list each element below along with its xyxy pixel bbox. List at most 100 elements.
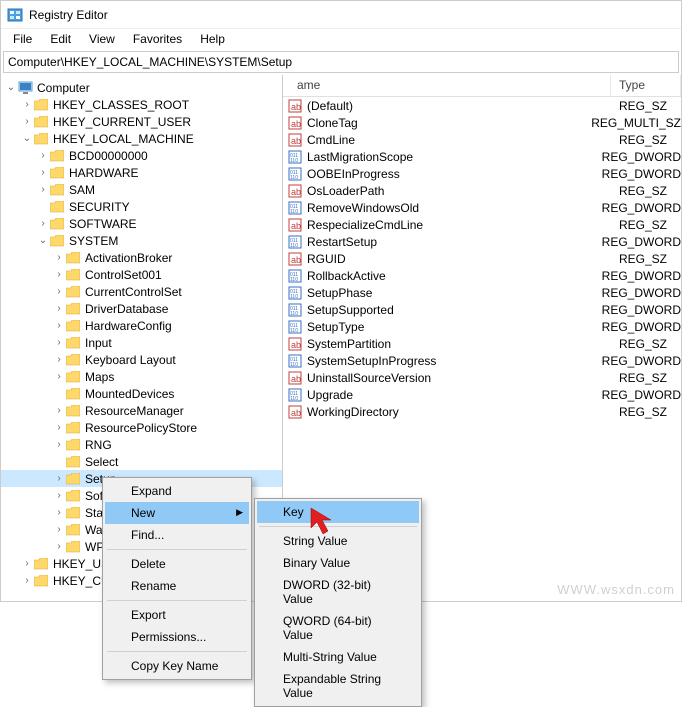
menu-view[interactable]: View xyxy=(81,30,123,48)
ctx-new-dword[interactable]: DWORD (32-bit) Value xyxy=(257,574,419,610)
value-name: OOBEInProgress xyxy=(307,167,400,181)
chevron-right-icon[interactable]: › xyxy=(53,252,65,263)
list-item[interactable]: 011110UpgradeREG_DWORD xyxy=(283,386,681,403)
chevron-down-icon[interactable]: ⌄ xyxy=(5,82,17,93)
tree-item[interactable]: ⌄HKEY_LOCAL_MACHINE xyxy=(1,130,282,147)
tree-item[interactable]: ›Maps xyxy=(1,368,282,385)
chevron-right-icon[interactable]: › xyxy=(21,558,33,569)
tree-item[interactable]: ›HKEY_CURRENT_USER xyxy=(1,113,282,130)
list-item[interactable]: abRGUIDREG_SZ xyxy=(283,250,681,267)
chevron-right-icon[interactable]: › xyxy=(53,371,65,382)
tree-item[interactable]: ›SAM xyxy=(1,181,282,198)
list-item[interactable]: 011110SetupPhaseREG_DWORD xyxy=(283,284,681,301)
tree-item[interactable]: Select xyxy=(1,453,282,470)
ctx-export[interactable]: Export xyxy=(105,604,249,626)
list-item[interactable]: ab(Default)REG_SZ xyxy=(283,97,681,114)
ctx-copy-key-name[interactable]: Copy Key Name xyxy=(105,655,249,677)
ctx-rename[interactable]: Rename xyxy=(105,575,249,597)
chevron-right-icon[interactable]: › xyxy=(53,337,65,348)
list-item[interactable]: abOsLoaderPathREG_SZ xyxy=(283,182,681,199)
chevron-right-icon[interactable]: › xyxy=(53,354,65,365)
chevron-right-icon[interactable]: › xyxy=(21,575,33,586)
tree-item[interactable]: ›ResourceManager xyxy=(1,402,282,419)
ctx-new-key[interactable]: Key xyxy=(257,501,419,523)
tree-item[interactable]: ›RNG xyxy=(1,436,282,453)
value-name: OsLoaderPath xyxy=(307,184,384,198)
ctx-permissions[interactable]: Permissions... xyxy=(105,626,249,648)
chevron-right-icon[interactable]: › xyxy=(21,116,33,127)
chevron-right-icon[interactable]: › xyxy=(37,167,49,178)
chevron-right-icon[interactable]: › xyxy=(53,286,65,297)
list-item[interactable]: 011110RemoveWindowsOldREG_DWORD xyxy=(283,199,681,216)
ctx-new-binary[interactable]: Binary Value xyxy=(257,552,419,574)
folder-icon xyxy=(65,540,81,554)
menu-favorites[interactable]: Favorites xyxy=(125,30,190,48)
chevron-down-icon[interactable]: ⌄ xyxy=(21,133,33,144)
list-item[interactable]: 011110RestartSetupREG_DWORD xyxy=(283,233,681,250)
list-item[interactable]: abUninstallSourceVersionREG_SZ xyxy=(283,369,681,386)
chevron-right-icon[interactable]: › xyxy=(37,218,49,229)
menu-edit[interactable]: Edit xyxy=(42,30,79,48)
list-item[interactable]: 011110SetupTypeREG_DWORD xyxy=(283,318,681,335)
list-item[interactable]: 011110SystemSetupInProgressREG_DWORD xyxy=(283,352,681,369)
tree-item[interactable]: ›HardwareConfig xyxy=(1,317,282,334)
chevron-right-icon[interactable]: › xyxy=(21,99,33,110)
menu-file[interactable]: File xyxy=(5,30,40,48)
chevron-right-icon[interactable]: › xyxy=(53,269,65,280)
ctx-new-qword[interactable]: QWORD (64-bit) Value xyxy=(257,610,419,646)
tree-item[interactable]: ›Input xyxy=(1,334,282,351)
folder-icon xyxy=(65,506,81,520)
chevron-right-icon[interactable]: › xyxy=(37,184,49,195)
chevron-right-icon[interactable]: › xyxy=(53,490,65,501)
col-header-type[interactable]: Type xyxy=(611,75,681,96)
tree-item[interactable]: ›ControlSet001 xyxy=(1,266,282,283)
tree-item[interactable]: ›HARDWARE xyxy=(1,164,282,181)
list-item[interactable]: 011110RollbackActiveREG_DWORD xyxy=(283,267,681,284)
ctx-new-multi[interactable]: Multi-String Value xyxy=(257,646,419,668)
list-item[interactable]: 011110OOBEInProgressREG_DWORD xyxy=(283,165,681,182)
chevron-right-icon[interactable]: › xyxy=(53,473,65,484)
chevron-right-icon[interactable]: › xyxy=(53,422,65,433)
chevron-down-icon[interactable]: ⌄ xyxy=(37,235,49,246)
folder-icon xyxy=(65,353,81,367)
ctx-new-expand[interactable]: Expandable String Value xyxy=(257,668,419,704)
chevron-right-icon[interactable]: › xyxy=(53,405,65,416)
tree-item[interactable]: SECURITY xyxy=(1,198,282,215)
tree-item[interactable]: ›SOFTWARE xyxy=(1,215,282,232)
list-item[interactable]: abRespecializeCmdLineREG_SZ xyxy=(283,216,681,233)
ctx-expand[interactable]: Expand xyxy=(105,480,249,502)
menu-help[interactable]: Help xyxy=(192,30,233,48)
ctx-new-string[interactable]: String Value xyxy=(257,530,419,552)
folder-icon xyxy=(65,404,81,418)
chevron-right-icon[interactable]: › xyxy=(53,541,65,552)
chevron-right-icon[interactable]: › xyxy=(37,150,49,161)
list-item[interactable]: abCloneTagREG_MULTI_SZ xyxy=(283,114,681,131)
chevron-right-icon[interactable]: › xyxy=(53,439,65,450)
tree-item[interactable]: ›ActivationBroker xyxy=(1,249,282,266)
chevron-right-icon[interactable]: › xyxy=(53,524,65,535)
ctx-find[interactable]: Find... xyxy=(105,524,249,546)
ctx-new[interactable]: New ▶ xyxy=(105,502,249,524)
tree-item[interactable]: ›ResourcePolicyStore xyxy=(1,419,282,436)
list-item[interactable]: abSystemPartitionREG_SZ xyxy=(283,335,681,352)
list-item[interactable]: abWorkingDirectoryREG_SZ xyxy=(283,403,681,420)
tree-item[interactable]: ›CurrentControlSet xyxy=(1,283,282,300)
binary-value-icon: 011110 xyxy=(287,269,303,283)
tree-item[interactable]: ›DriverDatabase xyxy=(1,300,282,317)
list-item[interactable]: abCmdLineREG_SZ xyxy=(283,131,681,148)
tree-item[interactable]: ›HKEY_CLASSES_ROOT xyxy=(1,96,282,113)
binary-value-icon: 011110 xyxy=(287,320,303,334)
tree-item[interactable]: ⌄Computer xyxy=(1,79,282,96)
chevron-right-icon[interactable]: › xyxy=(53,303,65,314)
ctx-delete[interactable]: Delete xyxy=(105,553,249,575)
list-item[interactable]: 011110LastMigrationScopeREG_DWORD xyxy=(283,148,681,165)
tree-item[interactable]: ›Keyboard Layout xyxy=(1,351,282,368)
chevron-right-icon[interactable]: › xyxy=(53,320,65,331)
col-header-name[interactable]: ame xyxy=(283,75,611,96)
tree-item[interactable]: MountedDevices xyxy=(1,385,282,402)
list-item[interactable]: 011110SetupSupportedREG_DWORD xyxy=(283,301,681,318)
tree-item[interactable]: ⌄SYSTEM xyxy=(1,232,282,249)
tree-item[interactable]: ›BCD00000000 xyxy=(1,147,282,164)
chevron-right-icon[interactable]: › xyxy=(53,507,65,518)
address-bar[interactable]: Computer\HKEY_LOCAL_MACHINE\SYSTEM\Setup xyxy=(3,51,679,73)
